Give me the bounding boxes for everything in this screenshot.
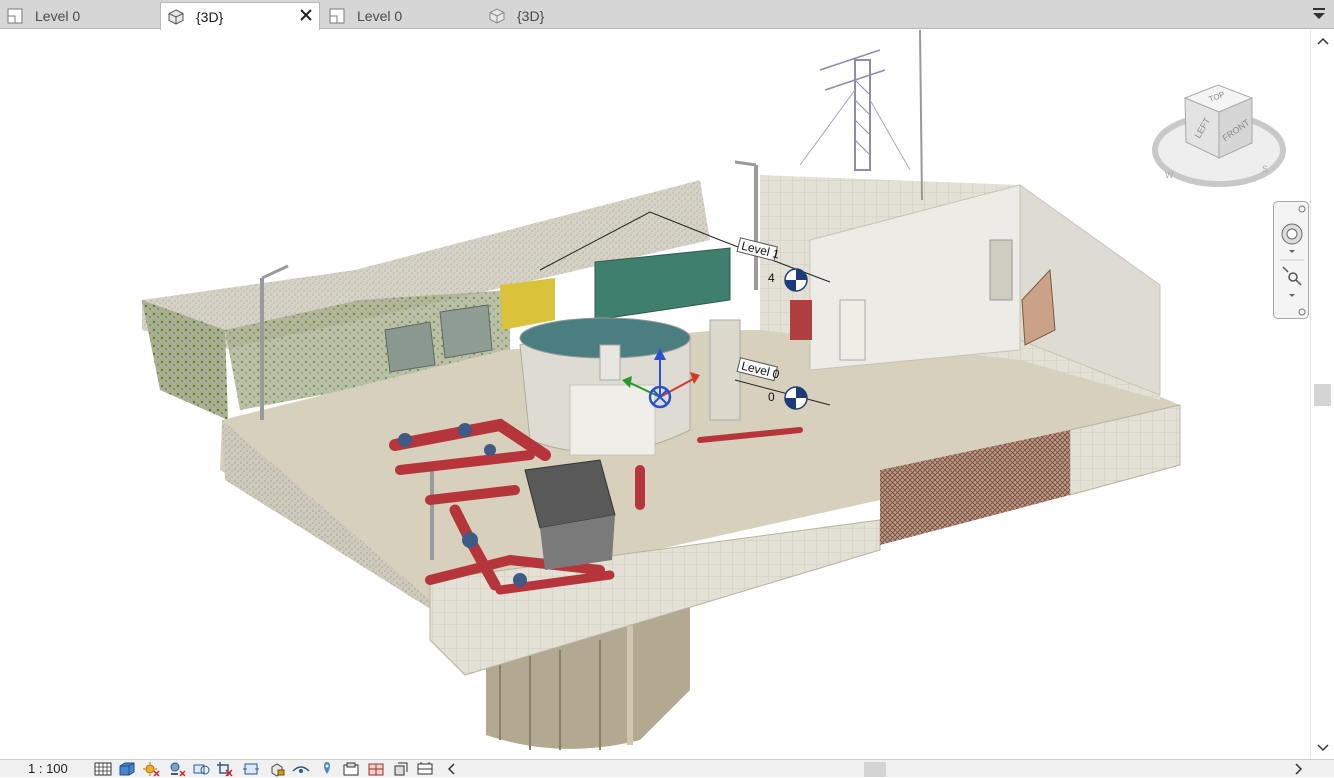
vertical-scroll-thumb[interactable]	[1314, 384, 1331, 406]
navigation-bar	[1273, 201, 1309, 319]
3d-view-icon	[168, 8, 184, 25]
3d-view-icon	[489, 7, 505, 24]
zoom-icon[interactable]	[1282, 266, 1302, 297]
view-cube[interactable]: TOP LEFT FRONT W S	[1152, 84, 1286, 187]
tab-3d-second[interactable]: {3D}	[482, 2, 642, 29]
analytical-model-icon[interactable]	[367, 761, 385, 777]
tab-label: Level 0	[357, 7, 403, 24]
yellow-container	[500, 278, 555, 330]
visual-style-icon[interactable]	[118, 761, 136, 777]
reveal-constraints-icon[interactable]	[416, 761, 434, 777]
vertical-scrollbar[interactable]	[1310, 30, 1334, 759]
shadows-icon[interactable]	[168, 761, 186, 777]
view-scale[interactable]: 1 : 100	[28, 761, 68, 776]
temporary-view-props-icon[interactable]	[342, 761, 360, 777]
horizontal-scrollbar[interactable]	[442, 760, 1334, 778]
tab-list-dropdown-icon[interactable]	[1312, 7, 1326, 21]
view-control-bar: 1 : 100	[0, 759, 1334, 777]
tab-label: {3D}	[517, 7, 545, 24]
sun-path-icon[interactable]	[142, 761, 160, 777]
level-1-elevation: 4	[768, 271, 775, 285]
temporary-hide-icon[interactable]	[292, 761, 310, 777]
scroll-up-icon[interactable]	[1317, 36, 1329, 48]
3d-viewport[interactable]: Level 1 4 Level 0 0 TOP LEFT FRONT W S	[0, 30, 1310, 759]
crop-region-icon[interactable]	[242, 761, 260, 777]
close-tab-icon[interactable]	[297, 6, 315, 24]
compass-west: W	[1165, 170, 1174, 180]
render-icon[interactable]	[192, 761, 210, 777]
scroll-right-icon[interactable]	[1292, 763, 1304, 775]
scroll-down-icon[interactable]	[1317, 741, 1329, 753]
navbar-options-icon[interactable]	[1298, 308, 1306, 316]
steering-wheel-icon[interactable]	[1281, 223, 1303, 253]
view-tab-bar: Level 0 {3D} Level 0 {3D}	[0, 0, 1334, 30]
unlock-3d-view-icon[interactable]	[268, 761, 286, 777]
tab-level-0-second[interactable]: Level 0	[322, 2, 482, 29]
highlight-displacement-icon[interactable]	[392, 761, 410, 777]
compass-south: S	[1262, 164, 1268, 174]
antenna-mast	[799, 30, 923, 201]
floor-plan-icon	[329, 8, 345, 23]
point-cloud-scene[interactable]: Level 1 4 Level 0 0 TOP LEFT FRONT W S	[0, 30, 1310, 759]
horizontal-scroll-thumb[interactable]	[864, 762, 886, 777]
reveal-hidden-icon[interactable]	[318, 761, 336, 777]
detail-level-icon[interactable]	[94, 761, 112, 777]
floor-plan-icon	[7, 8, 23, 23]
tab-label: {3D}	[196, 8, 224, 25]
scroll-left-icon[interactable]	[446, 763, 458, 775]
close-navbar-icon[interactable]	[1298, 205, 1306, 213]
crop-view-icon[interactable]	[216, 761, 234, 777]
tab-level-0[interactable]: Level 0	[0, 2, 160, 29]
level-0-elevation: 0	[768, 390, 775, 404]
tab-3d-active[interactable]: {3D}	[160, 2, 320, 30]
tab-label: Level 0	[35, 7, 81, 24]
